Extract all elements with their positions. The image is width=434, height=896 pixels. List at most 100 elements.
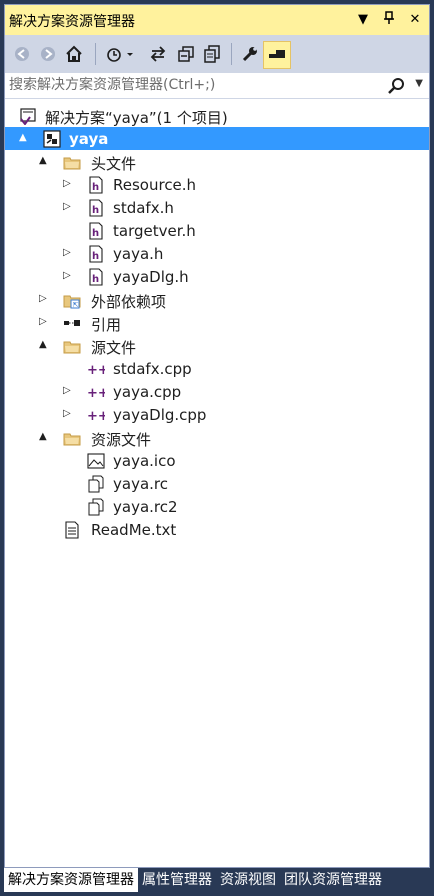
tree-item[interactable]: ▷ 引用 xyxy=(5,311,429,334)
tree-item-label: stdafx.h xyxy=(113,199,174,217)
tree-item-label: yaya.h xyxy=(113,245,164,263)
tree-item-label: yaya.rc xyxy=(113,475,168,493)
tree-item-label: yaya xyxy=(69,130,109,148)
svg-text:++: ++ xyxy=(87,386,105,401)
expanded-arrow-icon[interactable]: ▲ xyxy=(39,155,51,167)
panel-title: 解决方案资源管理器 xyxy=(9,14,135,30)
expanded-arrow-icon[interactable]: ▲ xyxy=(39,431,51,443)
search-box[interactable]: ▼ xyxy=(5,73,429,99)
tree-item[interactable]: ▷ ⇱ 外部依赖项 xyxy=(5,288,429,311)
tree-item[interactable]: ▷ h yaya.h xyxy=(5,242,429,265)
tree-item[interactable]: ▷ h stdafx.h xyxy=(5,196,429,219)
tree-item-label: 引用 xyxy=(91,316,122,334)
history-icon[interactable] xyxy=(105,43,137,65)
collapsed-arrow-icon[interactable]: ▷ xyxy=(63,247,75,259)
solution-icon xyxy=(19,107,37,126)
image-file-icon xyxy=(87,452,105,470)
tree-item-label: Resource.h xyxy=(113,176,197,194)
bottom-tab[interactable]: 团队资源管理器 xyxy=(280,868,386,892)
tree-item[interactable]: yaya.rc2 xyxy=(5,495,429,518)
tree-item[interactable]: ▷ ++ yayaDlg.cpp xyxy=(5,403,429,426)
cpp-file-icon: ++ xyxy=(87,406,109,424)
cpp-file-icon: ++ xyxy=(87,383,109,401)
cpp-file-icon: ++ xyxy=(87,360,109,378)
collapsed-arrow-icon[interactable]: ▷ xyxy=(63,385,75,397)
tree-item-label: ReadMe.txt xyxy=(91,521,177,539)
header-file-icon: h xyxy=(87,245,105,263)
tree-item-label: yaya.rc2 xyxy=(113,498,178,516)
svg-text:h: h xyxy=(92,251,99,262)
back-icon[interactable] xyxy=(11,43,33,65)
tree-item[interactable]: ▲ 头文件 xyxy=(5,150,429,173)
tree-item[interactable]: ▷ ++ yaya.cpp xyxy=(5,380,429,403)
collapsed-arrow-icon[interactable]: ▷ xyxy=(39,316,51,328)
header-file-icon: h xyxy=(87,268,105,286)
search-input[interactable] xyxy=(9,76,379,94)
tree-item-label: yayaDlg.h xyxy=(113,268,189,286)
preview-icon[interactable] xyxy=(263,41,291,69)
expanded-arrow-icon[interactable]: ▲ xyxy=(39,339,51,351)
bottom-tab[interactable]: 属性管理器 xyxy=(138,868,216,892)
svg-text:h: h xyxy=(92,228,99,239)
tree-item-label: 外部依赖项 xyxy=(91,293,167,311)
collapsed-arrow-icon[interactable]: ▷ xyxy=(63,178,75,190)
tree-item[interactable]: 解决方案“yaya”(1 个项目) xyxy=(5,104,429,127)
close-icon[interactable]: ✕ xyxy=(407,11,423,29)
panel-toolbar xyxy=(5,35,429,73)
svg-text:h: h xyxy=(92,182,99,193)
bottom-tab[interactable]: 资源视图 xyxy=(216,868,280,892)
resource-file-icon xyxy=(87,498,105,516)
svg-text:⇱: ⇱ xyxy=(73,301,79,309)
expanded-arrow-icon[interactable]: ▲ xyxy=(19,132,31,144)
tree-item[interactable]: ReadMe.txt xyxy=(5,518,429,541)
svg-text:h: h xyxy=(92,274,99,285)
properties-wrench-icon[interactable] xyxy=(239,43,261,65)
header-file-icon: h xyxy=(87,199,105,217)
tree-item[interactable]: ▲ yaya xyxy=(5,127,429,150)
collapsed-arrow-icon[interactable]: ▷ xyxy=(63,270,75,282)
tree-item-label: yaya.ico xyxy=(113,452,176,470)
tree-item[interactable]: ++ stdafx.cpp xyxy=(5,357,429,380)
text-file-icon xyxy=(63,521,81,539)
bottom-tab[interactable]: 解决方案资源管理器 xyxy=(4,868,138,892)
tree-item-label: 源文件 xyxy=(91,339,137,357)
show-all-files-icon[interactable] xyxy=(201,43,223,65)
filter-folder-icon xyxy=(63,429,81,447)
filter-folder-icon xyxy=(63,153,81,171)
header-file-icon: h xyxy=(87,176,105,194)
panel-title-bar: 解决方案资源管理器 ▼ ✕ xyxy=(5,5,429,35)
svg-text:++: ++ xyxy=(87,409,105,424)
resource-file-icon xyxy=(87,475,105,493)
forward-icon[interactable] xyxy=(37,43,59,65)
tree-item[interactable]: ▲ 资源文件 xyxy=(5,426,429,449)
svg-text:++: ++ xyxy=(87,363,105,378)
dropdown-arrow-icon[interactable]: ▼ xyxy=(355,11,371,29)
search-icon[interactable] xyxy=(387,77,405,95)
references-icon xyxy=(63,314,81,332)
tree-item-label: 解决方案“yaya”(1 个项目) xyxy=(45,109,228,127)
pin-icon[interactable] xyxy=(381,11,397,29)
bottom-tab-strip: 解决方案资源管理器 属性管理器 资源视图 团队资源管理器 xyxy=(4,868,430,892)
tree-item-label: 资源文件 xyxy=(91,431,152,449)
collapsed-arrow-icon[interactable]: ▷ xyxy=(63,408,75,420)
header-file-icon: h xyxy=(87,222,105,240)
tree-item-label: 头文件 xyxy=(91,155,137,173)
tree-item-label: yaya.cpp xyxy=(113,383,182,401)
tree-item[interactable]: yaya.ico xyxy=(5,449,429,472)
tree-item[interactable]: ▷ h yayaDlg.h xyxy=(5,265,429,288)
home-icon[interactable] xyxy=(63,43,85,65)
tree-item[interactable]: ▲ 源文件 xyxy=(5,334,429,357)
collapse-all-icon[interactable] xyxy=(175,43,197,65)
collapsed-arrow-icon[interactable]: ▷ xyxy=(39,293,51,305)
svg-text:h: h xyxy=(92,205,99,216)
tree-item-label: yayaDlg.cpp xyxy=(113,406,207,424)
tree-item[interactable]: yaya.rc xyxy=(5,472,429,495)
tree-item[interactable]: ▷ h Resource.h xyxy=(5,173,429,196)
sync-icon[interactable] xyxy=(147,43,169,65)
search-options-dropdown-icon[interactable]: ▼ xyxy=(415,78,423,89)
tree-item-label: targetver.h xyxy=(113,222,196,240)
external-deps-icon: ⇱ xyxy=(63,291,81,309)
tree-item[interactable]: h targetver.h xyxy=(5,219,429,242)
filter-folder-icon xyxy=(63,337,81,355)
collapsed-arrow-icon[interactable]: ▷ xyxy=(63,201,75,213)
